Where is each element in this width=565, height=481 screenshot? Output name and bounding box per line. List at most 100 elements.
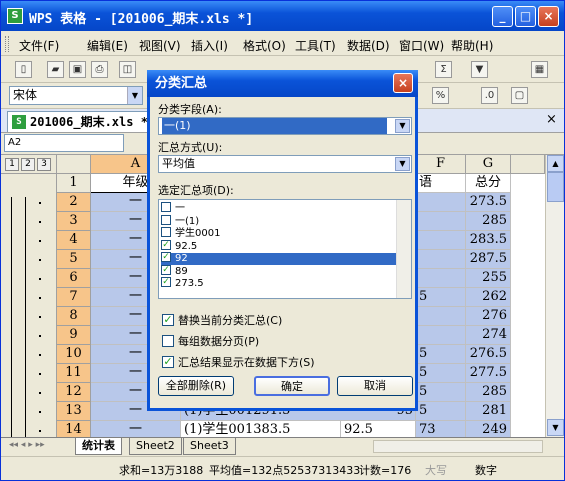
scroll-down-icon[interactable]: ▼ xyxy=(547,419,564,436)
minimize-button[interactable]: _ xyxy=(492,6,513,27)
cell-f[interactable]: 语 xyxy=(416,174,466,193)
font-select[interactable]: 宋体 ▼ xyxy=(9,86,143,105)
cell-g[interactable]: 285 xyxy=(466,212,511,231)
menu-window[interactable]: 窗口(W) xyxy=(399,37,444,54)
row-header[interactable]: 5 xyxy=(57,250,91,269)
row-header[interactable]: 11 xyxy=(57,364,91,383)
below-checkbox[interactable]: ✓ 汇总结果显示在数据下方(S) xyxy=(162,354,315,370)
cell-f[interactable] xyxy=(416,269,466,288)
new-icon[interactable]: ▯ xyxy=(15,61,32,78)
menu-help[interactable]: 帮助(H) xyxy=(451,37,493,54)
menu-format[interactable]: 格式(O) xyxy=(243,37,286,54)
sheet-tab-1[interactable]: 统计表 xyxy=(75,438,122,455)
cell-g[interactable]: 249 xyxy=(466,421,511,437)
summary-item[interactable]: ✓ 89 xyxy=(161,264,397,278)
cell-f[interactable] xyxy=(416,307,466,326)
cell-g[interactable]: 总分 xyxy=(466,174,511,193)
save-icon[interactable]: ▣ xyxy=(69,61,86,78)
menu-data[interactable]: 数据(D) xyxy=(347,37,390,54)
scroll-thumb[interactable] xyxy=(547,172,564,202)
sum-icon[interactable]: Σ xyxy=(435,61,452,78)
checkbox-checked-icon[interactable]: ✓ xyxy=(161,264,171,275)
cell-f[interactable] xyxy=(416,212,466,231)
sheet-nav-icon[interactable]: ◂◂ ◂ ▸ ▸▸ xyxy=(9,440,45,450)
summary-item[interactable]: 一(1) xyxy=(161,214,397,228)
outline-bracket-level1[interactable] xyxy=(11,197,12,437)
cancel-button[interactable]: 取消 xyxy=(337,376,413,396)
remove-all-button[interactable]: 全部删除(R) xyxy=(158,376,234,396)
print-icon[interactable]: ⎙ xyxy=(91,61,108,78)
group-field-select[interactable]: 一(1) ▼ xyxy=(158,117,412,135)
close-button[interactable]: × xyxy=(538,6,559,27)
pagebreak-checkbox[interactable]: 每组数据分页(P) xyxy=(162,333,259,349)
row-header[interactable]: 4 xyxy=(57,231,91,250)
chart-icon[interactable]: ▦ xyxy=(531,61,548,78)
checkbox-empty-icon[interactable] xyxy=(161,214,171,225)
decimal-icon[interactable]: .0 xyxy=(481,87,498,104)
cell-g[interactable]: 281 xyxy=(466,402,511,421)
sheet-tab-2[interactable]: Sheet2 xyxy=(129,438,182,455)
cell-f[interactable]: 5 xyxy=(416,288,466,307)
filter-icon[interactable]: ▼ xyxy=(471,61,488,78)
summary-item[interactable]: 一 xyxy=(161,202,397,215)
open-icon[interactable]: ▰ xyxy=(47,61,64,78)
scroll-up-icon[interactable]: ▲ xyxy=(547,155,564,172)
summary-item[interactable]: ✓ 273.5 xyxy=(161,277,397,290)
checkbox-checked-icon[interactable]: ✓ xyxy=(161,252,171,262)
chevron-down-icon[interactable]: ▼ xyxy=(395,157,410,171)
checkbox-checked-icon[interactable]: ✓ xyxy=(161,277,171,287)
vertical-scrollbar[interactable]: ▲ ▼ xyxy=(545,155,564,437)
column-header-h[interactable] xyxy=(511,155,545,174)
preview-icon[interactable]: ◫ xyxy=(119,61,136,78)
summary-item[interactable]: 学生0001 xyxy=(161,227,397,240)
cell-g[interactable]: 273.5 xyxy=(466,193,511,212)
summary-item[interactable]: ✓ 92.5 xyxy=(161,239,397,253)
menu-insert[interactable]: 插入(I) xyxy=(191,37,228,54)
chevron-down-icon[interactable]: ▼ xyxy=(395,119,410,133)
row-header[interactable]: 3 xyxy=(57,212,91,231)
checkbox-empty-icon[interactable] xyxy=(161,227,171,237)
row-header[interactable]: 8 xyxy=(57,307,91,326)
border-icon[interactable]: ▢ xyxy=(511,87,528,104)
row-header[interactable]: 10 xyxy=(57,345,91,364)
cell-f[interactable] xyxy=(416,326,466,345)
cell-f[interactable]: 5 xyxy=(416,364,466,383)
row-header[interactable]: 1 xyxy=(57,174,91,193)
row-header[interactable]: 9 xyxy=(57,326,91,345)
outline-level-1[interactable]: 1 xyxy=(5,158,19,171)
checkbox-empty-icon[interactable] xyxy=(161,202,171,212)
column-header-g[interactable]: G xyxy=(466,155,511,174)
outline-level-2[interactable]: 2 xyxy=(21,158,35,171)
horizontal-scrollbar[interactable] xyxy=(373,440,543,453)
menu-tools[interactable]: 工具(T) xyxy=(295,37,336,54)
cell-g[interactable]: 262 xyxy=(466,288,511,307)
checkbox-checked-icon[interactable]: ✓ xyxy=(161,239,171,250)
menu-view[interactable]: 视图(V) xyxy=(139,37,181,54)
dialog-close-icon[interactable]: × xyxy=(393,73,413,93)
document-tab[interactable]: S 201006_期末.xls * xyxy=(7,111,155,132)
cell-g[interactable]: 287.5 xyxy=(466,250,511,269)
outline-level-3[interactable]: 3 xyxy=(37,158,51,171)
cell-f[interactable]: 5 xyxy=(416,383,466,402)
row-header[interactable]: 6 xyxy=(57,269,91,288)
select-all-corner[interactable] xyxy=(57,155,91,174)
cell-f[interactable] xyxy=(416,231,466,250)
cell-f[interactable] xyxy=(416,250,466,269)
percent-icon[interactable]: % xyxy=(432,87,449,104)
row-header[interactable]: 13 xyxy=(57,402,91,421)
sheet-tab-3[interactable]: Sheet3 xyxy=(183,438,236,455)
summary-item[interactable]: ✓ 92 xyxy=(161,252,397,265)
cell-g[interactable]: 285 xyxy=(466,383,511,402)
cell-g[interactable]: 283.5 xyxy=(466,231,511,250)
cell-f[interactable]: 5 xyxy=(416,345,466,364)
summary-items-list[interactable]: 一一(1) 学生0001 ✓ 92.5 ✓ 92 ✓ 89 ✓ 273.5 xyxy=(158,199,412,299)
replace-checkbox[interactable]: ✓ 替换当前分类汇总(C) xyxy=(162,312,282,328)
ok-button[interactable]: 确定 xyxy=(254,376,330,396)
cell-f[interactable] xyxy=(416,193,466,212)
menu-file[interactable]: 文件(F) xyxy=(19,37,59,54)
cell-g[interactable]: 255 xyxy=(466,269,511,288)
cell-g[interactable]: 274 xyxy=(466,326,511,345)
close-tab-icon[interactable]: × xyxy=(546,112,557,127)
cell-g[interactable]: 276 xyxy=(466,307,511,326)
column-header-f[interactable]: F xyxy=(416,155,466,174)
